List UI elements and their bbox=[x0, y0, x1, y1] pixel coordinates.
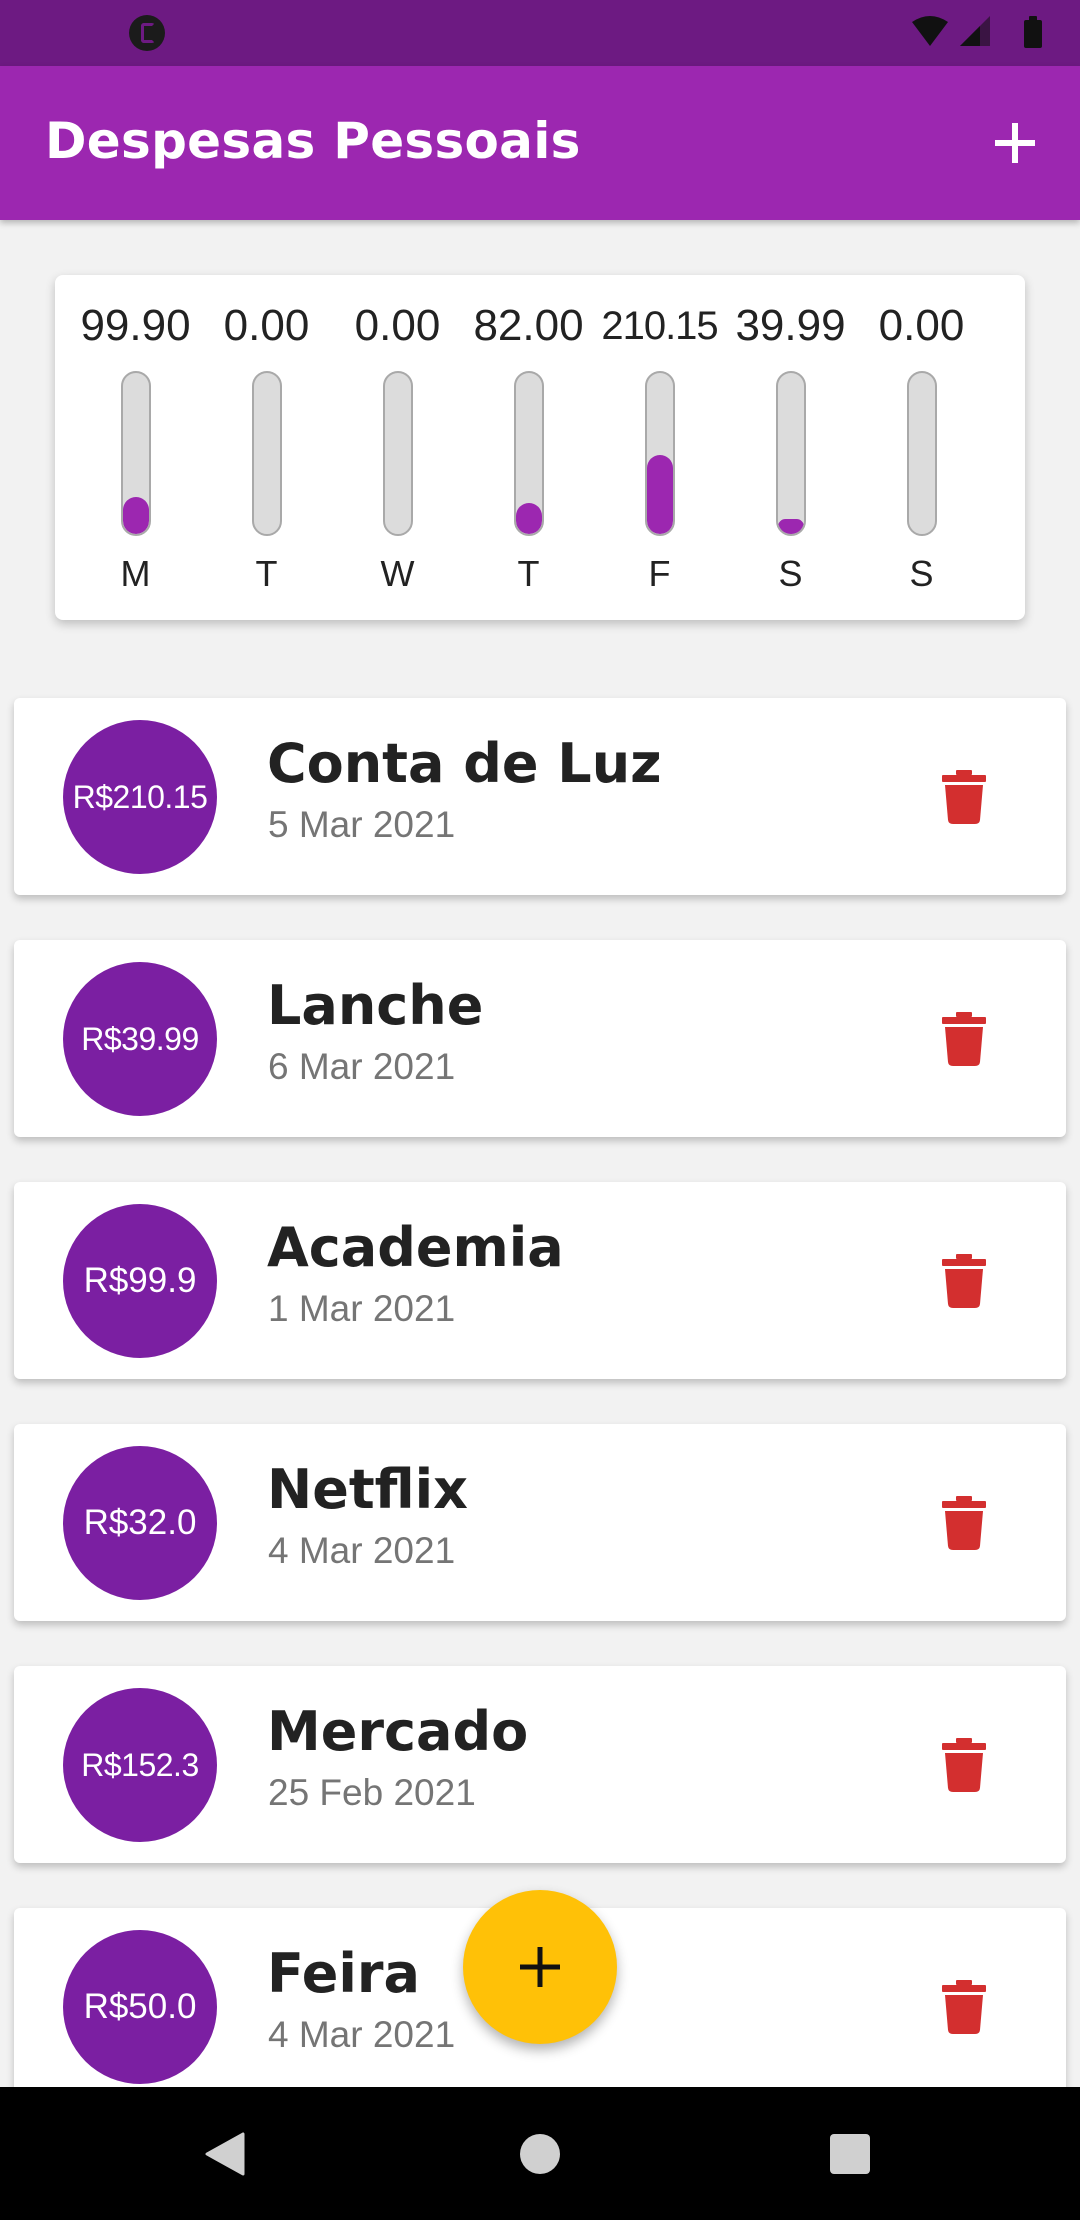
bar-fill bbox=[515, 503, 542, 534]
plus-icon bbox=[995, 123, 1035, 163]
bar-value-label: 0.00 bbox=[223, 301, 310, 350]
wifi-icon bbox=[912, 16, 948, 46]
bar-value-label: 82.00 bbox=[473, 301, 584, 350]
status-icons bbox=[908, 14, 1058, 52]
trash-icon bbox=[942, 1980, 986, 2034]
trash-icon bbox=[942, 770, 986, 824]
battery-icon bbox=[1024, 16, 1042, 48]
add-expense-button[interactable] bbox=[980, 108, 1050, 178]
bar-track bbox=[382, 371, 413, 536]
bar-value-label: 99.90 bbox=[80, 301, 191, 350]
bar-track bbox=[513, 371, 544, 536]
delete-button[interactable] bbox=[942, 770, 986, 824]
app-notification-icon bbox=[129, 15, 165, 51]
delete-button[interactable] bbox=[942, 1738, 986, 1792]
expense-title: Netflix bbox=[267, 1458, 468, 1521]
day-label: M bbox=[120, 553, 151, 594]
chart-day-1: 0.00 T bbox=[201, 275, 332, 620]
chart-day-6: 0.00 S bbox=[856, 275, 987, 620]
nav-home-button[interactable] bbox=[480, 2087, 600, 2220]
expense-date: 25 Feb 2021 bbox=[268, 1772, 476, 1813]
delete-button[interactable] bbox=[942, 1980, 986, 2034]
amount-avatar: R$152.3 bbox=[63, 1688, 217, 1842]
expense-title: Conta de Luz bbox=[267, 732, 662, 795]
chart-day-4: 210.15 F bbox=[594, 275, 725, 620]
amount-text: R$210.15 bbox=[72, 778, 208, 815]
nav-recents-button[interactable] bbox=[790, 2087, 910, 2220]
amount-avatar: R$99.9 bbox=[63, 1204, 217, 1358]
bar-track bbox=[644, 371, 675, 536]
chart-day-5: 39.99 S bbox=[725, 275, 856, 620]
amount-text: R$99.9 bbox=[83, 1261, 197, 1300]
bar-fill bbox=[122, 496, 149, 534]
amount-avatar: R$50.0 bbox=[63, 1930, 217, 2084]
bar-fill bbox=[646, 455, 673, 534]
back-triangle-icon bbox=[205, 2132, 245, 2175]
app-bar: Despesas Pessoais bbox=[0, 66, 1080, 220]
expense-title: Mercado bbox=[267, 1700, 529, 1763]
expense-title: Lanche bbox=[267, 974, 484, 1037]
bar-track bbox=[120, 371, 151, 536]
amount-text: R$50.0 bbox=[83, 1987, 197, 2026]
bar-track bbox=[906, 371, 937, 536]
expense-date: 6 Mar 2021 bbox=[268, 1046, 456, 1087]
expense-list-item[interactable]: R$32.0 Netflix 4 Mar 2021 bbox=[14, 1424, 1066, 1621]
delete-button[interactable] bbox=[942, 1496, 986, 1550]
bar-track bbox=[775, 371, 806, 536]
trash-icon bbox=[942, 1496, 986, 1550]
recents-square-icon bbox=[830, 2133, 870, 2174]
amount-avatar: R$32.0 bbox=[63, 1446, 217, 1600]
chart-day-3: 82.00 T bbox=[463, 275, 594, 620]
app-title: Despesas Pessoais bbox=[45, 112, 581, 170]
chart-day-0: 99.90 M bbox=[70, 275, 201, 620]
amount-text: R$152.3 bbox=[81, 1746, 199, 1783]
weekly-chart: 99.90 M 0.00 T 0.00 W 82.00 T 210.15 F 3… bbox=[55, 275, 1025, 620]
delete-button[interactable] bbox=[942, 1012, 986, 1066]
delete-button[interactable] bbox=[942, 1254, 986, 1308]
expense-date: 1 Mar 2021 bbox=[268, 1288, 456, 1329]
expense-list-item[interactable]: R$210.15 Conta de Luz 5 Mar 2021 bbox=[14, 698, 1066, 895]
nav-back-button[interactable] bbox=[165, 2087, 285, 2220]
plus-icon bbox=[520, 1947, 560, 1987]
chart-day-2: 0.00 W bbox=[332, 275, 463, 620]
bar-value-label: 210.15 bbox=[601, 304, 718, 348]
bar-value-label: 0.00 bbox=[354, 301, 441, 350]
system-nav-bar bbox=[0, 2087, 1080, 2220]
day-label: W bbox=[380, 553, 415, 594]
expense-list-item[interactable]: R$99.9 Academia 1 Mar 2021 bbox=[14, 1182, 1066, 1379]
day-label: S bbox=[778, 553, 803, 594]
bar-track bbox=[251, 371, 282, 536]
day-label: S bbox=[909, 553, 934, 594]
day-label: T bbox=[517, 553, 540, 594]
bar-fill bbox=[777, 519, 804, 534]
expense-date: 5 Mar 2021 bbox=[268, 804, 456, 845]
home-circle-icon bbox=[520, 2133, 560, 2174]
amount-avatar: R$210.15 bbox=[63, 720, 217, 874]
expense-title: Academia bbox=[267, 1216, 564, 1279]
trash-icon bbox=[942, 1738, 986, 1792]
expense-date: 4 Mar 2021 bbox=[268, 1530, 456, 1571]
add-expense-fab[interactable] bbox=[463, 1890, 617, 2044]
amount-text: R$32.0 bbox=[83, 1503, 197, 1542]
signal-icon bbox=[960, 16, 990, 46]
amount-avatar: R$39.99 bbox=[63, 962, 217, 1116]
amount-text: R$39.99 bbox=[81, 1020, 199, 1057]
expense-title: Feira bbox=[267, 1942, 420, 2005]
bar-value-label: 39.99 bbox=[735, 301, 846, 350]
bar-value-label: 0.00 bbox=[878, 301, 965, 350]
day-label: F bbox=[648, 553, 671, 594]
trash-icon bbox=[942, 1012, 986, 1066]
trash-icon bbox=[942, 1254, 986, 1308]
expense-list-item[interactable]: R$152.3 Mercado 25 Feb 2021 bbox=[14, 1666, 1066, 1863]
expense-list-item[interactable]: R$39.99 Lanche 6 Mar 2021 bbox=[14, 940, 1066, 1137]
expense-date: 4 Mar 2021 bbox=[268, 2014, 456, 2055]
day-label: T bbox=[255, 553, 278, 594]
status-bar bbox=[0, 0, 1080, 66]
